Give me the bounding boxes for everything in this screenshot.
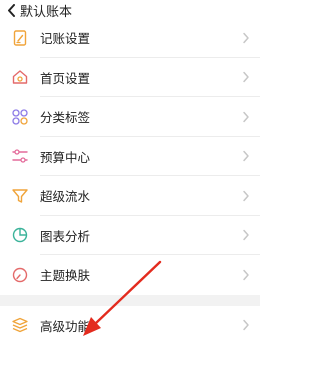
chevron-right-icon	[243, 269, 249, 280]
pie-chart-icon	[12, 228, 28, 243]
chevron-right-icon	[243, 111, 249, 122]
menu-item-label: 超级流水	[40, 189, 91, 205]
menu-item-label: 高级功能	[40, 318, 91, 334]
funnel-icon	[12, 189, 28, 203]
menu-item-category-tags[interactable]: 分类标签	[0, 97, 260, 137]
page-title: 默认账本	[20, 4, 73, 20]
menu-item-label: 预算中心	[40, 149, 91, 165]
menu-item-advanced-features[interactable]: 高级功能	[0, 305, 260, 345]
chevron-right-icon	[243, 320, 249, 331]
chevron-right-icon	[243, 151, 249, 162]
layers-icon	[12, 318, 28, 333]
chevron-right-icon	[243, 32, 249, 43]
section-separator	[0, 294, 260, 306]
menu-item-super-flow[interactable]: 超级流水	[0, 176, 260, 216]
menu-item-label: 主题换肤	[40, 268, 91, 284]
menu-item-home-settings[interactable]: 首页设置	[0, 57, 260, 97]
chevron-left-icon	[7, 3, 15, 17]
menu-item-chart-analysis[interactable]: 图表分析	[0, 215, 260, 255]
menu-item-theme-skin[interactable]: 主题换肤	[0, 255, 260, 295]
menu-item-bookkeeping-settings[interactable]: 记账设置	[0, 18, 260, 58]
menu-item-label: 图表分析	[40, 228, 91, 244]
chevron-right-icon	[243, 190, 249, 201]
back-button[interactable]	[0, 0, 22, 20]
top-bar: 默认账本	[0, 0, 260, 20]
menu-item-label: 记账设置	[40, 31, 91, 47]
menu-item-label: 分类标签	[40, 110, 91, 126]
chevron-right-icon	[243, 230, 249, 241]
category-grid-icon	[12, 109, 28, 125]
menu-item-label: 首页设置	[40, 70, 91, 86]
menu-item-budget-center[interactable]: 预算中心	[0, 136, 260, 176]
gauge-icon	[12, 267, 28, 282]
chevron-right-icon	[243, 72, 249, 83]
settings-list: 记账设置 首页设置 分类标签 预算中心 超级流水 图表分析 主题换肤 高级功能	[0, 18, 260, 345]
sliders-icon	[12, 149, 28, 163]
home-icon	[12, 70, 28, 84]
edit-note-icon	[13, 30, 27, 46]
